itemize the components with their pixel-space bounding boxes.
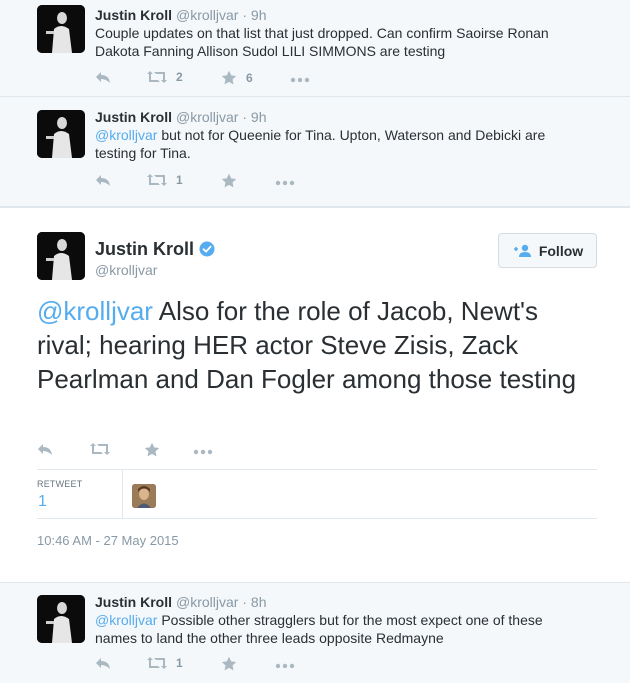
retweet-button[interactable]: 1	[147, 656, 183, 670]
reply-button[interactable]	[95, 70, 111, 84]
reply-button[interactable]	[37, 442, 53, 456]
tweet-text: @krolljvar Also for the role of Jacob, N…	[37, 294, 597, 396]
retweet-button[interactable]: 1	[147, 173, 183, 187]
tweet-time[interactable]: 9h	[251, 7, 267, 23]
favorite-icon	[144, 442, 160, 457]
mention-link[interactable]: @krolljvar	[95, 127, 157, 143]
retweet-icon	[147, 657, 167, 669]
retweet-stat-label: RETWEET	[37, 479, 83, 489]
retweet-button[interactable]	[90, 442, 110, 456]
reply-icon	[96, 72, 110, 83]
tweet-text-body: Possible other stragglers but for the mo…	[95, 612, 543, 646]
follow-button[interactable]: Follow	[498, 233, 597, 268]
more-icon	[290, 77, 310, 83]
favorite-button[interactable]	[221, 656, 237, 672]
more-button[interactable]	[193, 444, 213, 460]
mention-link[interactable]: @krolljvar	[95, 612, 157, 628]
main-tweet: Justin Kroll @krolljvar Follow @krolljva…	[0, 207, 630, 583]
avatar[interactable]	[37, 5, 85, 53]
retweet-count: 1	[176, 173, 183, 187]
retweet-icon	[147, 174, 167, 186]
avatar[interactable]	[37, 110, 85, 158]
mention-link[interactable]: @krolljvar	[37, 296, 153, 326]
retweet-icon	[147, 71, 167, 83]
reply-icon	[38, 444, 52, 455]
avatar[interactable]	[37, 595, 85, 643]
separator: ·	[242, 7, 248, 23]
retweet-button[interactable]: 2	[147, 70, 183, 84]
tweet-item[interactable]: Justin Kroll @krolljvar · 9h @krolljvar b…	[0, 97, 630, 207]
reply-button[interactable]	[95, 173, 111, 187]
reply-icon	[96, 658, 110, 669]
tweet-item[interactable]: Justin Kroll @krolljvar · 8h @krolljvar P…	[0, 583, 630, 683]
author-name[interactable]: Justin Kroll	[95, 109, 172, 125]
favorite-button[interactable]: 6	[221, 70, 253, 86]
author-name[interactable]: Justin Kroll	[95, 238, 194, 260]
favorite-icon	[221, 70, 237, 85]
favorite-count: 6	[246, 71, 253, 85]
reply-icon	[96, 175, 110, 186]
follow-user-icon	[513, 244, 531, 257]
avatar[interactable]	[37, 232, 85, 280]
reply-button[interactable]	[95, 656, 111, 670]
favorite-button[interactable]	[144, 442, 160, 458]
retweeter-avatar[interactable]	[132, 484, 156, 508]
author-handle[interactable]: @krolljvar	[176, 7, 238, 23]
author-handle[interactable]: @krolljvar	[95, 262, 157, 278]
author-handle[interactable]: @krolljvar	[176, 594, 238, 610]
more-icon	[193, 449, 213, 455]
tweet-item[interactable]: Justin Kroll @krolljvar · 9h Couple updat…	[0, 0, 630, 97]
tweet-text: @krolljvar Possible other stragglers but…	[95, 611, 575, 647]
tweet-text-body: but not for Queenie for Tina. Upton, Wat…	[95, 127, 546, 161]
author-name[interactable]: Justin Kroll	[95, 594, 172, 610]
retweet-count: 1	[176, 656, 183, 670]
retweet-count: 2	[176, 70, 183, 84]
separator: ·	[242, 594, 248, 610]
follow-label: Follow	[538, 242, 584, 259]
tweet-timestamp[interactable]: 10:46 AM - 27 May 2015	[37, 533, 179, 548]
author-name[interactable]: Justin Kroll	[95, 7, 172, 23]
favorite-icon	[221, 656, 237, 671]
stats-divider	[122, 470, 123, 519]
more-icon	[275, 663, 295, 669]
retweet-icon	[90, 443, 110, 455]
retweet-stat-count[interactable]: 1	[38, 493, 47, 511]
more-button[interactable]	[290, 72, 310, 88]
tweet-stats: RETWEET 1	[37, 469, 597, 519]
verified-icon	[199, 241, 215, 257]
author-handle[interactable]: @krolljvar	[176, 109, 238, 125]
tweet-time[interactable]: 9h	[251, 109, 267, 125]
favorite-icon	[221, 173, 237, 188]
separator: ·	[242, 109, 248, 125]
more-button[interactable]	[275, 175, 295, 191]
tweet-text: @krolljvar but not for Queenie for Tina.…	[95, 126, 575, 162]
favorite-button[interactable]	[221, 173, 237, 189]
tweet-time[interactable]: 8h	[251, 594, 267, 610]
more-icon	[275, 180, 295, 186]
more-button[interactable]	[275, 658, 295, 674]
tweet-text: Couple updates on that list that just dr…	[95, 25, 549, 59]
